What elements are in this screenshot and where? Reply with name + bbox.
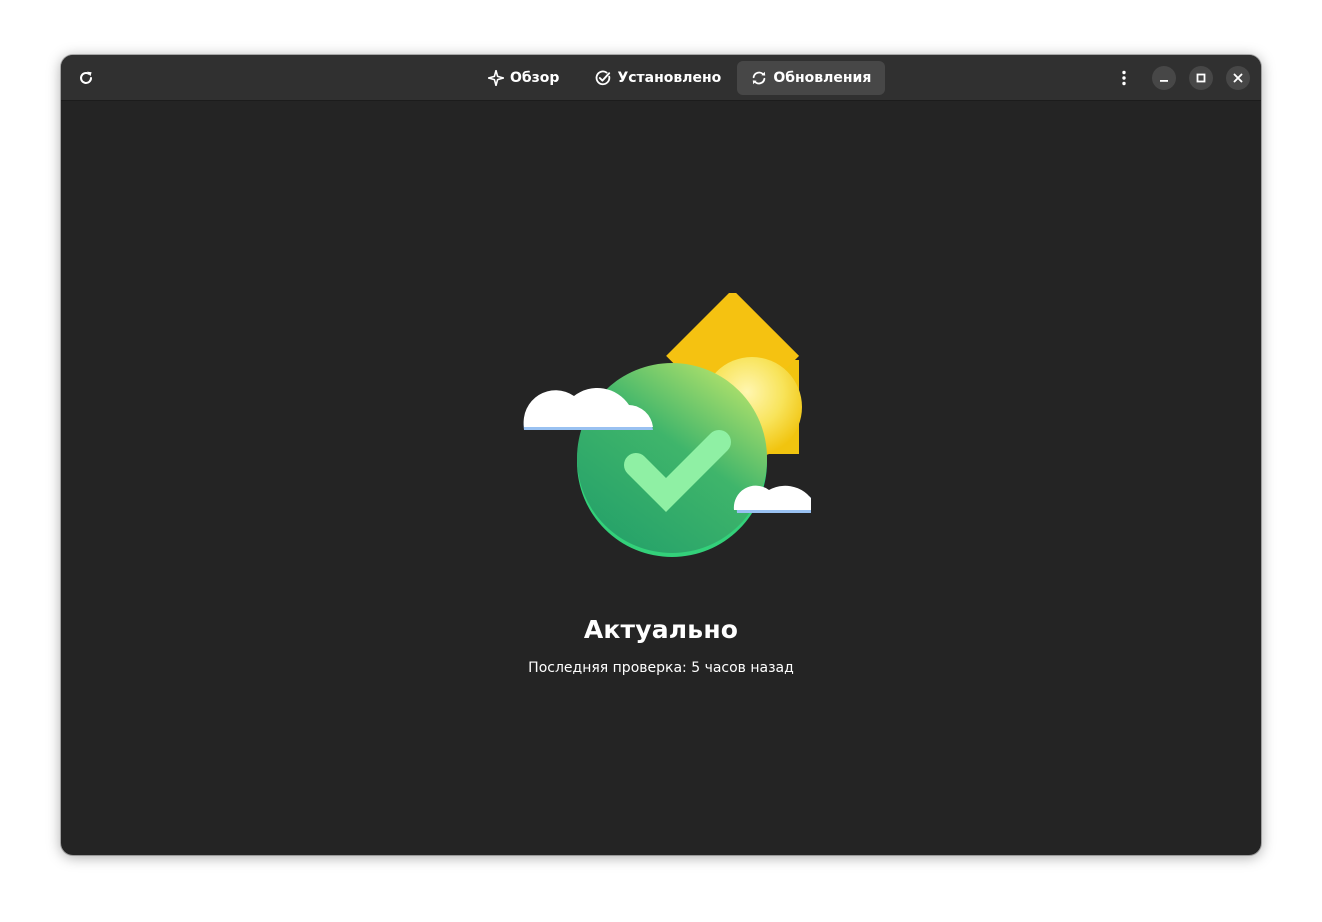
minimize-icon <box>1160 80 1168 82</box>
app-window: Обзор Установлено Обновления Актуально П… <box>61 55 1261 855</box>
main-menu-button[interactable] <box>1107 61 1141 95</box>
last-checked-label: Последняя проверка: 5 часов назад <box>528 660 794 676</box>
updates-page: Актуально Последняя проверка: 5 часов на… <box>61 101 1261 855</box>
maximize-button[interactable] <box>1189 66 1213 90</box>
refresh-button[interactable] <box>69 61 103 95</box>
minimize-button[interactable] <box>1152 66 1176 90</box>
maximize-icon <box>1196 73 1206 83</box>
check-circle-icon <box>595 70 611 86</box>
refresh-icon <box>80 71 92 84</box>
sparkle-icon <box>488 70 504 86</box>
tab-explore-label: Обзор <box>510 70 560 86</box>
tab-updates-label: Обновления <box>773 70 872 86</box>
close-icon <box>1233 73 1243 83</box>
tab-installed[interactable]: Установлено <box>581 61 735 95</box>
sync-icon <box>751 70 767 86</box>
up-to-date-illustration <box>523 293 811 557</box>
close-button[interactable] <box>1226 66 1250 90</box>
tab-installed-label: Установлено <box>617 70 722 86</box>
view-switcher: Обзор Установлено Обновления <box>474 61 886 95</box>
status-title: Актуально <box>583 615 739 644</box>
tab-updates[interactable]: Обновления <box>737 61 886 95</box>
headerbar: Обзор Установлено Обновления <box>61 55 1261 101</box>
kebab-menu-icon <box>1122 70 1126 86</box>
tab-explore[interactable]: Обзор <box>474 61 573 95</box>
cloud-icon <box>733 485 811 513</box>
